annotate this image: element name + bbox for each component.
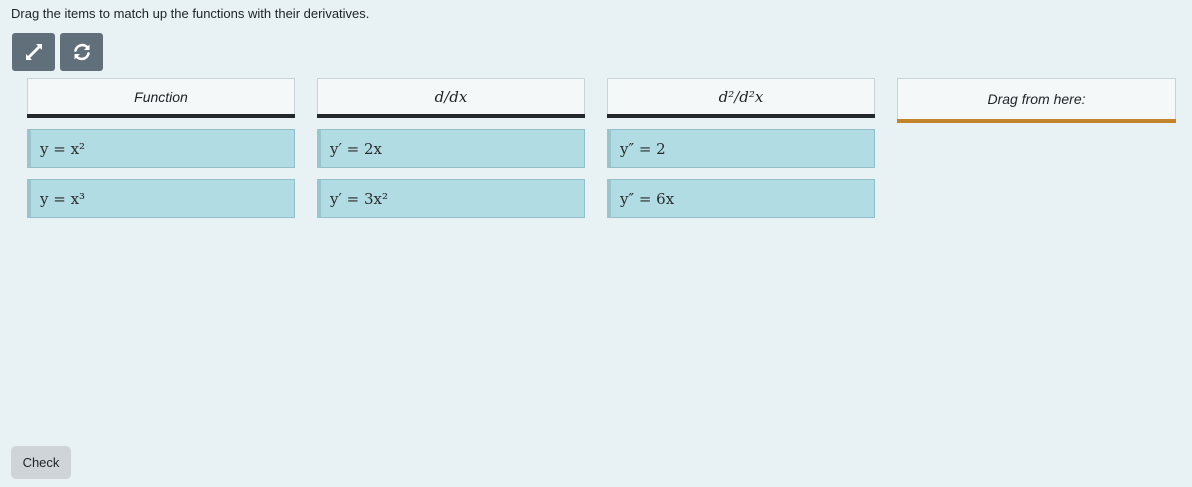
drag-card[interactable]: y = x² [27, 129, 295, 168]
column-header: Drag from here: [897, 78, 1176, 119]
instructions-text: Drag the items to match up the functions… [11, 6, 370, 21]
reset-button[interactable] [60, 33, 103, 71]
drag-card[interactable]: y″ = 6x [607, 179, 875, 218]
check-button[interactable]: Check [11, 446, 71, 479]
drop-zone[interactable]: y″ = 2 y″ = 6x [607, 129, 875, 218]
drag-card[interactable]: y″ = 2 [607, 129, 875, 168]
column-divider [27, 114, 295, 118]
column-source: Drag from here: [897, 78, 1176, 134]
column-header: d/dx [317, 78, 585, 114]
drag-card[interactable]: y = x³ [27, 179, 295, 218]
column-function: Function y = x² y = x³ [27, 78, 295, 218]
column-header: d²/d²x [607, 78, 875, 114]
drop-zone[interactable]: y′ = 2x y′ = 3x² [317, 129, 585, 218]
column-divider [317, 114, 585, 118]
column-divider [897, 119, 1176, 123]
expand-arrows-icon [23, 41, 45, 63]
refresh-icon [71, 41, 93, 63]
drag-card[interactable]: y′ = 3x² [317, 179, 585, 218]
column-second-derivative: d²/d²x y″ = 2 y″ = 6x [607, 78, 875, 218]
column-header: Function [27, 78, 295, 114]
drag-card[interactable]: y′ = 2x [317, 129, 585, 168]
column-first-derivative: d/dx y′ = 2x y′ = 3x² [317, 78, 585, 218]
toolbar [12, 33, 103, 71]
column-divider [607, 114, 875, 118]
drop-zone[interactable]: y = x² y = x³ [27, 129, 295, 218]
fullscreen-button[interactable] [12, 33, 55, 71]
